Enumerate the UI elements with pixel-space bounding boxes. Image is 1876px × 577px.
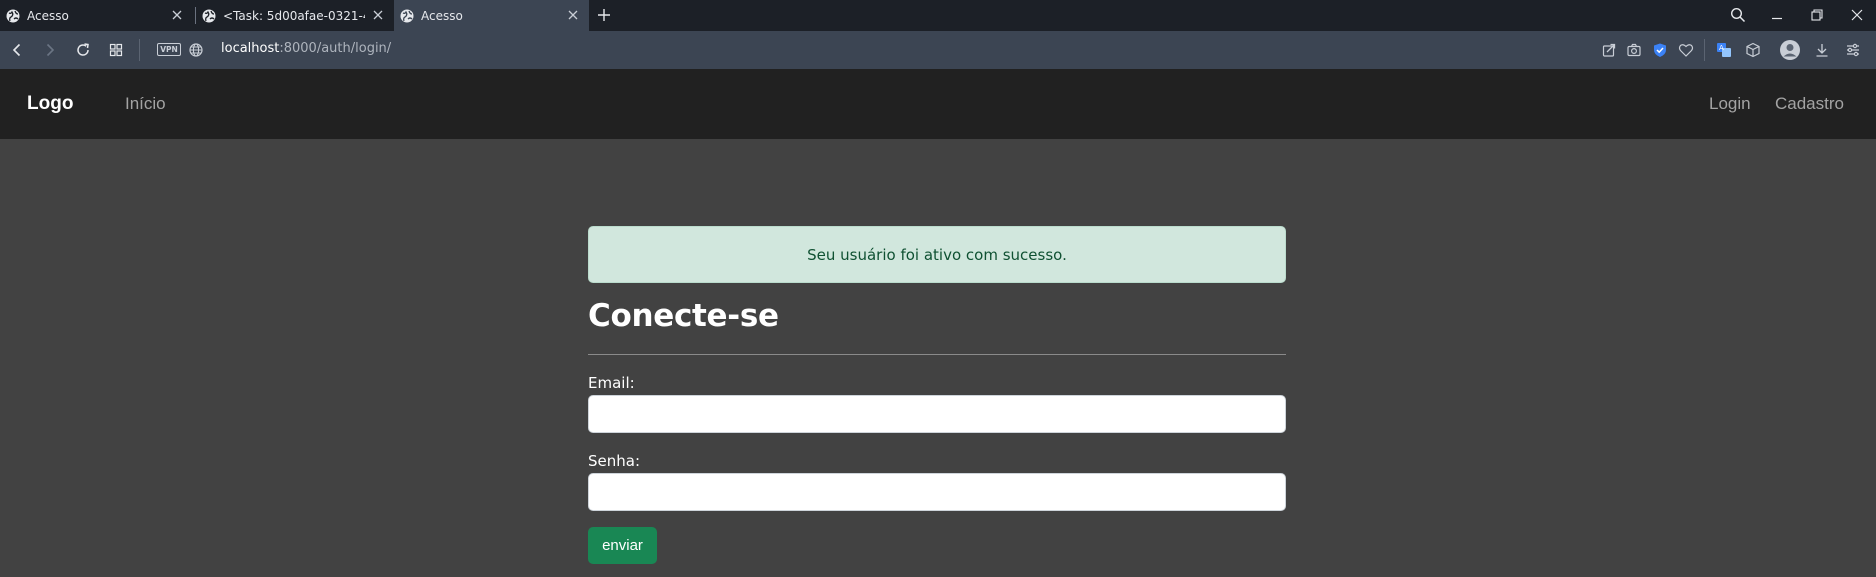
browser-tab-3-active[interactable]: Acesso: [394, 0, 589, 31]
avatar-icon[interactable]: [1780, 40, 1800, 60]
forward-icon[interactable]: [42, 42, 58, 58]
close-window-icon[interactable]: [1849, 7, 1865, 23]
restore-icon[interactable]: [1809, 7, 1825, 23]
submit-button[interactable]: enviar: [588, 527, 657, 564]
globe-icon: [202, 9, 216, 22]
browser-tab-1[interactable]: Acesso: [0, 0, 193, 31]
tab-title: Acesso: [27, 8, 69, 23]
browser-tab-2[interactable]: <Task: 5d00afae-0321-438: [196, 0, 394, 31]
settings-icon[interactable]: [1845, 42, 1861, 58]
svg-text:A: A: [1719, 44, 1724, 52]
globe-icon: [400, 9, 414, 22]
heart-icon[interactable]: [1678, 42, 1694, 58]
divider: [588, 354, 1286, 355]
share-icon[interactable]: [1601, 42, 1617, 58]
plus-icon[interactable]: [596, 7, 612, 23]
close-icon[interactable]: [169, 7, 185, 23]
translate-icon[interactable]: A: [1716, 42, 1732, 58]
password-label: Senha:: [588, 452, 641, 470]
tab-title: Acesso: [421, 8, 463, 23]
browser-tab-strip: Acesso <Task: 5d00afae-0321-438 Acesso: [0, 0, 1876, 31]
email-label: Email:: [588, 374, 635, 392]
globe-icon: [6, 9, 20, 22]
password-field[interactable]: [588, 473, 1286, 511]
search-icon[interactable]: [1730, 7, 1746, 23]
grid-icon[interactable]: [108, 42, 124, 58]
toolbar-separator: [139, 39, 140, 61]
shield-icon[interactable]: [1652, 42, 1668, 58]
browser-address-bar: VPN localhost:8000/auth/login/ A: [0, 31, 1876, 69]
minimize-icon[interactable]: [1769, 7, 1785, 23]
url-path: :8000/auth/login/: [279, 41, 392, 56]
reload-icon[interactable]: [75, 42, 91, 58]
site-navbar: Logo Início Login Cadastro: [0, 69, 1876, 139]
success-alert: Seu usuário foi ativo com sucesso.: [588, 226, 1286, 283]
nav-link-inicio[interactable]: Início: [125, 94, 166, 114]
url-host: localhost: [221, 41, 280, 56]
close-icon[interactable]: [565, 7, 581, 23]
back-icon[interactable]: [9, 42, 25, 58]
brand-logo[interactable]: Logo: [27, 93, 73, 115]
vpn-badge[interactable]: VPN: [157, 43, 181, 56]
nav-link-login[interactable]: Login: [1709, 94, 1751, 114]
email-field[interactable]: [588, 395, 1286, 433]
url-field[interactable]: localhost:8000/auth/login/: [221, 41, 391, 56]
tab-title: <Task: 5d00afae-0321-438: [223, 8, 365, 23]
nav-link-cadastro[interactable]: Cadastro: [1775, 94, 1844, 114]
cube-icon[interactable]: [1745, 42, 1761, 58]
page-title: Conecte-se: [588, 298, 779, 334]
download-icon[interactable]: [1814, 42, 1830, 58]
toolbar-separator: [1704, 39, 1705, 61]
camera-icon[interactable]: [1626, 42, 1642, 58]
close-icon[interactable]: [370, 7, 386, 23]
alert-message: Seu usuário foi ativo com sucesso.: [807, 245, 1067, 264]
site-info-globe-icon[interactable]: [188, 42, 204, 58]
